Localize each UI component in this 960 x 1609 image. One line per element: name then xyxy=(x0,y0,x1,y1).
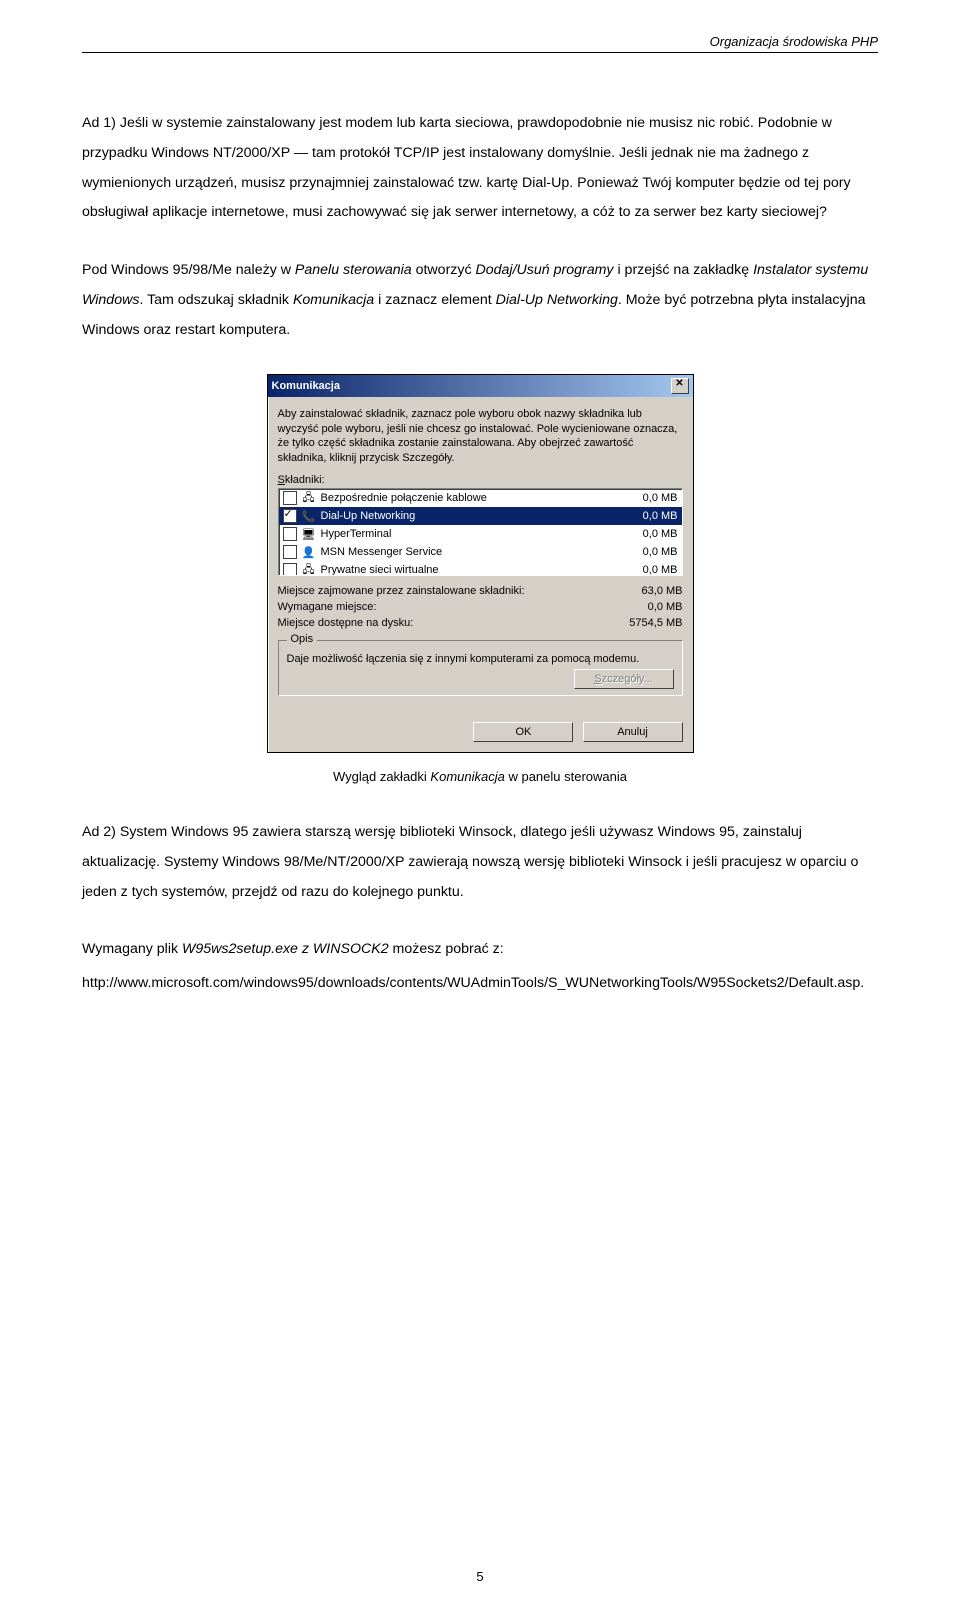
dialog-title: Komunikacja xyxy=(272,380,340,392)
component-icon: 📞 xyxy=(301,509,317,523)
disk-stats: Miejsce zajmowane przez zainstalowane sk… xyxy=(278,584,683,632)
dialog-button-bar: OK Anuluj xyxy=(268,716,693,752)
body-text-lower: Ad 2) System Windows 95 zawiera starszą … xyxy=(82,818,878,999)
dialog-body: Aby zainstalować składnik, zaznacz pole … xyxy=(268,397,693,716)
page-header: Organizacja środowiska PHP xyxy=(82,34,878,53)
list-item[interactable]: 🖧 Bezpośrednie połączenie kablowe0,0 MB xyxy=(279,489,682,507)
checkbox-icon[interactable] xyxy=(283,491,297,505)
close-icon[interactable]: ✕ xyxy=(671,378,689,394)
component-size: 0,0 MB xyxy=(618,546,678,558)
stat-installed: Miejsce zajmowane przez zainstalowane sk… xyxy=(278,584,683,600)
component-icon: 🖧 xyxy=(301,491,317,505)
component-name: Dial-Up Networking xyxy=(321,510,618,522)
component-name: MSN Messenger Service xyxy=(321,546,618,558)
ok-button[interactable]: OK xyxy=(473,722,573,742)
checkbox-icon[interactable] xyxy=(283,563,297,576)
description-groupbox: Opis Daje możliwość łączenia się z innym… xyxy=(278,640,683,696)
groupbox-title: Opis xyxy=(287,633,318,645)
checkbox-icon[interactable] xyxy=(283,527,297,541)
dialog-figure: Komunikacja ✕ Aby zainstalować składnik,… xyxy=(82,374,878,753)
header-title: Organizacja środowiska PHP xyxy=(710,34,878,49)
paragraph-2: Pod Windows 95/98/Me należy w Panelu ste… xyxy=(82,256,878,345)
page-number: 5 xyxy=(0,1569,960,1584)
figure-caption: Wygląd zakładki Komunikacja w panelu ste… xyxy=(82,769,878,784)
component-icon: 🖥 xyxy=(301,527,317,541)
paragraph-4: Wymagany plik W95ws2setup.exe z WINSOCK2… xyxy=(82,935,878,965)
dialog-intro-text: Aby zainstalować składnik, zaznacz pole … xyxy=(278,407,683,466)
checkbox-icon[interactable] xyxy=(283,509,297,523)
component-size: 0,0 MB xyxy=(618,564,678,576)
list-item[interactable]: 🖧 Prywatne sieci wirtualne0,0 MB xyxy=(279,561,682,576)
component-icon: 🖧 xyxy=(301,563,317,576)
components-label: Składniki: xyxy=(278,474,683,486)
paragraph-3: Ad 2) System Windows 95 zawiera starszą … xyxy=(82,818,878,907)
component-name: HyperTerminal xyxy=(321,528,618,540)
details-button[interactable]: Szczegóły... xyxy=(574,669,674,689)
list-item[interactable]: 🖥 HyperTerminal0,0 MB xyxy=(279,525,682,543)
component-size: 0,0 MB xyxy=(618,510,678,522)
component-size: 0,0 MB xyxy=(618,492,678,504)
body-text: Ad 1) Jeśli w systemie zainstalowany jes… xyxy=(82,109,878,346)
cancel-button[interactable]: Anuluj xyxy=(583,722,683,742)
paragraph-5: http://www.microsoft.com/windows95/downl… xyxy=(82,969,878,999)
stat-available: Miejsce dostępne na dysku: 5754,5 MB xyxy=(278,616,683,632)
component-name: Bezpośrednie połączenie kablowe xyxy=(321,492,618,504)
stat-required: Wymagane miejsce: 0,0 MB xyxy=(278,600,683,616)
list-item[interactable]: 👤 MSN Messenger Service0,0 MB xyxy=(279,543,682,561)
list-item[interactable]: 📞 Dial-Up Networking0,0 MB xyxy=(279,507,682,525)
checkbox-icon[interactable] xyxy=(283,545,297,559)
document-page: Organizacja środowiska PHP Ad 1) Jeśli w… xyxy=(0,0,960,1609)
component-name: Prywatne sieci wirtualne xyxy=(321,564,618,576)
component-size: 0,0 MB xyxy=(618,528,678,540)
dialog-titlebar[interactable]: Komunikacja ✕ xyxy=(268,375,693,397)
description-text: Daje możliwość łączenia się z innymi kom… xyxy=(287,653,674,665)
components-listbox[interactable]: 🖧Bezpośrednie połączenie kablowe0,0 MB📞D… xyxy=(278,488,683,576)
paragraph-1: Ad 1) Jeśli w systemie zainstalowany jes… xyxy=(82,109,878,228)
komunikacja-dialog: Komunikacja ✕ Aby zainstalować składnik,… xyxy=(267,374,694,753)
component-icon: 👤 xyxy=(301,545,317,559)
